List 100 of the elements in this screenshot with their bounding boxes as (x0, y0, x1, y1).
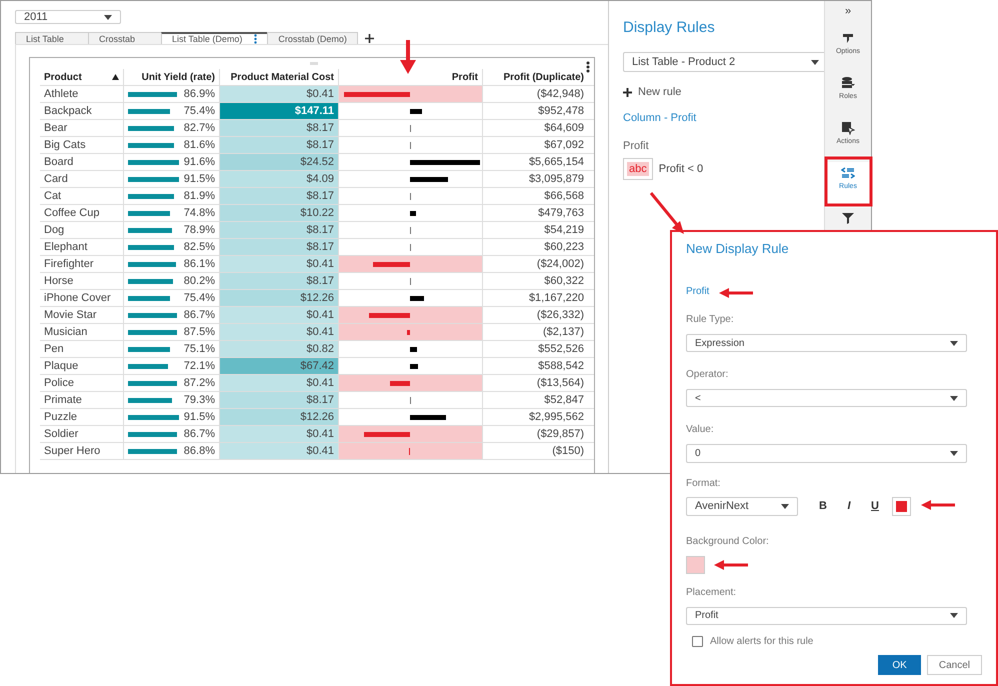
rule-condition[interactable]: Profit < 0 (658, 163, 704, 175)
column-header[interactable]: Product (40, 69, 124, 85)
italic-button[interactable]: I (836, 500, 862, 512)
table-cell: 81.6% (184, 139, 215, 151)
table-cell: Big Cats (40, 137, 124, 153)
year-dropdown[interactable]: 2011 (15, 10, 121, 24)
underline-button[interactable]: U (862, 500, 888, 512)
table-cell: Athlete (40, 86, 124, 102)
table-cell-text: $2,995,562 (528, 410, 585, 425)
font-dropdown[interactable]: AvenirNext (686, 496, 798, 516)
add-icon[interactable] (364, 34, 374, 42)
cursor-icon (841, 121, 855, 135)
dropdown[interactable]: Profit (686, 606, 967, 626)
table-cell: Soldier (40, 426, 124, 442)
text-color-button[interactable] (892, 496, 911, 516)
table-cell: 87.5% (184, 326, 215, 338)
table-cell: 86.1% (184, 258, 215, 270)
ok-button[interactable]: OK (878, 655, 921, 676)
table-cell-text: $52,847 (543, 393, 585, 408)
field-label: Placement: (686, 586, 738, 598)
column-header[interactable]: Unit Yield (rate) (124, 69, 220, 85)
drag-handle[interactable] (310, 62, 318, 65)
table-cell: 86.9% (184, 88, 215, 100)
table-cell-text: ($13,564) (536, 376, 585, 391)
table-cell: Police (40, 375, 124, 391)
checkbox-label[interactable]: Allow alerts for this rule (710, 636, 814, 648)
table-cell: $8.17 (220, 392, 339, 408)
table-cell: 82.7% (184, 122, 215, 134)
table-cell-text: $3,095,879 (528, 172, 585, 187)
table-cell: Primate (40, 392, 124, 408)
column-link[interactable]: Column - Profit (623, 112, 810, 124)
table-cell: Firefighter (40, 256, 124, 272)
table-cell: $8.17 (220, 273, 339, 289)
background-color-button[interactable] (686, 556, 705, 574)
table-cell: 82.5% (184, 241, 215, 253)
caret-icon (781, 504, 789, 509)
bold-button[interactable]: B (810, 500, 836, 512)
table-cell: Horse (40, 273, 124, 289)
table-cell: $10.22 (220, 205, 339, 221)
tab[interactable]: Crosstab (Demo) (267, 32, 358, 44)
table-cell: 75.4% (184, 105, 215, 117)
table-cell: iPhone Cover (40, 290, 124, 306)
table-cell: $8.17 (220, 188, 339, 204)
table-cell: $12.26 (220, 290, 339, 306)
table-cell: $0.41 (220, 256, 339, 272)
table-cell-text: $588,542 (537, 359, 585, 374)
table-cell: $0.41 (220, 86, 339, 102)
plus-icon (623, 88, 632, 96)
dropdown[interactable]: 0 (686, 444, 967, 463)
table-cell: Pen (40, 341, 124, 357)
table-cell: $24.52 (220, 154, 339, 170)
table-cell: Puzzle (40, 409, 124, 425)
table-cell-text: ($42,948) (536, 87, 585, 102)
table-cell: Dog (40, 222, 124, 238)
caret-icon (950, 340, 958, 346)
rules-icon (841, 166, 855, 180)
dropdown[interactable]: < (686, 389, 967, 408)
annotation-arrow (719, 288, 753, 298)
table-cell-text: $64,609 (543, 121, 585, 136)
table-cell-text: $54,219 (543, 223, 585, 238)
field-label: Background Color: (686, 536, 770, 547)
table-cell: 91.6% (184, 156, 215, 168)
tab[interactable]: List Table (15, 32, 89, 44)
tab[interactable]: Crosstab (88, 32, 162, 44)
table-cell: 78.9% (184, 224, 215, 236)
caret-icon (104, 14, 112, 20)
table-cell: 74.8% (184, 207, 215, 219)
table-cell: $8.17 (220, 120, 339, 136)
caret-icon (950, 451, 958, 456)
new-rule-button[interactable]: New rule (623, 86, 810, 98)
table-cell: 75.1% (184, 343, 215, 355)
table-cell: 86.7% (184, 428, 215, 440)
tab[interactable]: List Table (Demo) (161, 32, 268, 44)
table-cell: Board (40, 154, 124, 170)
database-icon (841, 76, 855, 90)
checkbox[interactable] (692, 636, 703, 648)
table-cell: 86.7% (184, 309, 215, 321)
table-cell-text: $67,092 (543, 138, 585, 153)
collapse-toggle[interactable]: » (844, 5, 852, 27)
cancel-button[interactable]: Cancel (926, 655, 982, 676)
field-label: Value: (686, 424, 715, 436)
table-cell: Backpack (40, 103, 124, 119)
table-cell: $0.41 (220, 324, 339, 340)
table-cell: Bear (40, 120, 124, 136)
more-icon[interactable] (586, 61, 590, 73)
table-cell: Card (40, 171, 124, 187)
table-cell: 80.2% (184, 275, 215, 287)
sort-icon[interactable] (112, 74, 119, 80)
table-cell: $0.82 (220, 341, 339, 357)
rule-column-label: Profit (623, 140, 650, 152)
dropdown[interactable]: Expression (686, 334, 967, 352)
highlight-frame (824, 156, 872, 206)
column-header[interactable]: Profit (Duplicate) (483, 69, 588, 85)
table-cell-text: $952,478 (537, 104, 585, 119)
table-cell: 91.5% (184, 173, 215, 185)
table-cell: $12.26 (220, 409, 339, 425)
table-cell: $67.42 (220, 358, 339, 374)
column-link[interactable]: Profit (686, 286, 982, 297)
column-header[interactable]: Product Material Cost (220, 69, 339, 85)
field-label: Operator: (686, 369, 730, 380)
